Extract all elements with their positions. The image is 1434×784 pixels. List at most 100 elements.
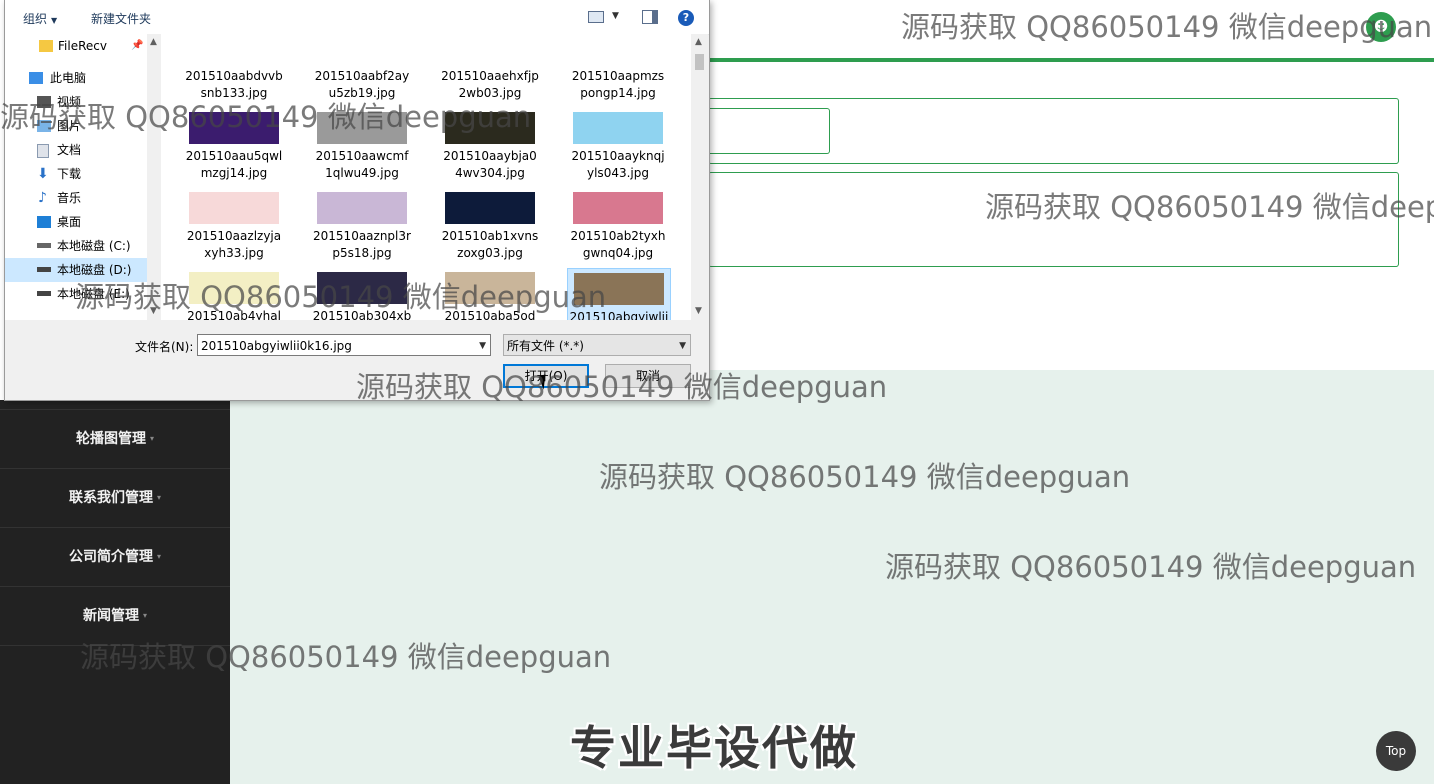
file-item[interactable]: 201510aabdvvb snb133.jpg [183,34,285,106]
nav-item-label: 下载 [57,167,82,181]
nav-item-drive-c[interactable]: 本地磁盘 (C:) [5,234,147,258]
file-thumbnail [573,112,663,144]
file-item[interactable]: 201510aabf2ay u5zb19.jpg [311,34,413,106]
back-to-top-button[interactable]: Top [1376,731,1416,771]
file-item[interactable]: 201510ab2tyxh gwnq04.jpg [567,188,669,266]
nav-item-filerecv[interactable]: FileRecv 📌 [5,34,147,58]
nav-item-downloads[interactable]: ⬇ 下载 [5,162,147,186]
cancel-button[interactable]: 取消 [605,364,691,388]
chevron-down-icon[interactable]: ▼ [479,335,486,357]
file-name: 201510aaehxfjp 2wb03.jpg [441,69,539,100]
sidebar-item-label: 新闻管理 [82,608,139,624]
help-icon[interactable]: ? [678,10,694,26]
file-item[interactable]: 201510abgyiwlii 0k16.jpg [567,268,671,320]
sidebar-item-news[interactable]: 新闻管理 ▾ [0,586,230,645]
filename-input[interactable]: 201510abgyiwlii0k16.jpg ▼ [197,334,491,356]
nav-item-videos[interactable]: 视频 [5,90,147,114]
nav-item-drive-e[interactable]: 本地磁盘 (E:) [5,282,147,306]
sidebar-divider [0,645,230,647]
scroll-up-icon[interactable]: ▲ [695,37,702,47]
nav-item-documents[interactable]: 文档 [5,138,147,162]
watermark-text: 源码获取 QQ86050149 微信deepguan [901,10,1433,44]
file-item[interactable]: 201510aau5qwl mzgj14.jpg [183,108,285,186]
file-scrollbar[interactable]: ▲ ▼ [691,34,708,320]
sidebar-item-contact[interactable]: 联系我们管理 ▾ [0,468,230,527]
sidebar-item-company[interactable]: 公司简介管理 ▾ [0,527,230,586]
filetype-select[interactable]: 所有文件 (*.*) ▼ [503,334,691,356]
file-name: 201510aba5od 01ys205.jpg [444,309,536,320]
view-mode-icon[interactable] [588,11,604,23]
file-item[interactable]: 201510ab4yhal phto46.jpg [183,268,285,320]
chevron-down-icon[interactable]: ▼ [612,11,619,21]
scroll-down-icon[interactable]: ▼ [695,306,702,316]
nav-item-music[interactable]: ♪ 音乐 [5,186,147,210]
computer-icon [29,72,43,84]
file-thumbnail [189,112,279,144]
pin-icon: 📌 [131,40,144,51]
organize-button[interactable]: 组织 ▼ [23,10,57,27]
file-name: 201510aaznpl3r p5s18.jpg [313,229,411,260]
user-avatar[interactable]: ☻ [1366,12,1396,42]
file-name: 201510aabdvvb snb133.jpg [185,69,283,100]
sidebar-item-carousel[interactable]: 轮播图管理 ▾ [0,409,230,468]
file-item[interactable]: 201510aba5od 01ys205.jpg [439,268,541,320]
file-item[interactable]: 201510aaehxfjp 2wb03.jpg [439,34,541,106]
file-item[interactable]: 201510aazlzyja xyh33.jpg [183,188,285,266]
filename-value: 201510abgyiwlii0k16.jpg [201,339,352,353]
folder-icon [39,40,53,52]
file-item[interactable]: 201510ab304xb umn157.jpg [311,268,413,320]
nav-item-label: 本地磁盘 (C:) [57,239,131,253]
file-item[interactable]: 201510aawcmf 1qlwu49.jpg [311,108,413,186]
sidebar-item-label: 联系我们管理 [68,490,153,506]
file-thumbnail [189,192,279,224]
nav-item-label: 文档 [57,143,82,157]
scrollbar-thumb[interactable] [695,54,704,70]
music-icon: ♪ [38,190,47,206]
nav-item-pictures[interactable]: 图片 [5,114,147,138]
header-accent-bar [706,58,1434,62]
file-name: 201510ab1xvns zoxg03.jpg [441,229,539,260]
file-item[interactable]: 201510aaznpl3r p5s18.jpg [311,188,413,266]
file-grid: 201510aabdvvb snb133.jpg 201510aabf2ay u5… [161,34,691,320]
video-icon [37,96,51,108]
scroll-up-icon[interactable]: ▲ [150,37,157,47]
chevron-down-icon[interactable]: ▼ [679,335,686,357]
file-thumbnail [317,272,407,304]
file-name: 201510aaybja0 4wv304.jpg [443,149,537,180]
scroll-down-icon[interactable]: ▼ [150,306,157,316]
admin-sidebar: 轮播图管理 ▾ 联系我们管理 ▾ 公司简介管理 ▾ 新闻管理 ▾ [0,400,230,784]
nav-item-drive-d[interactable]: 本地磁盘 (D:) [5,258,147,282]
file-thumbnail [445,272,535,304]
drive-icon [37,267,51,272]
preview-pane-icon[interactable] [642,10,658,24]
file-name: 201510aabf2ay u5zb19.jpg [314,69,410,100]
file-name: 201510abgyiwlii 0k16.jpg [569,310,669,320]
chevron-down-icon: ▼ [51,16,58,25]
file-name: 201510aapmzs pongp14.jpg [571,69,665,100]
user-icon: ☻ [1373,19,1389,35]
file-item[interactable]: 201510aapmzs pongp14.jpg [567,34,669,106]
file-item[interactable]: 201510aayknqj yls043.jpg [567,108,669,186]
new-folder-button[interactable]: 新建文件夹 [91,10,151,27]
drive-icon [37,243,51,248]
file-name: 201510ab2tyxh gwnq04.jpg [570,229,666,260]
text-input[interactable] [708,108,830,154]
caret-icon: ▾ [142,611,147,620]
nav-item-desktop[interactable]: 桌面 [5,210,147,234]
nav-item-label: 视频 [57,95,82,109]
file-thumbnail [574,273,664,305]
nav-item-label: 本地磁盘 (D:) [57,263,132,277]
file-name: 201510aawcmf 1qlwu49.jpg [315,149,409,180]
caret-icon: ▾ [149,434,154,443]
file-item[interactable]: 201510ab1xvns zoxg03.jpg [439,188,541,266]
nav-item-this-pc[interactable]: 此电脑 [5,66,147,90]
nav-item-label: 本地磁盘 (E:) [57,287,130,301]
file-name: 201510ab4yhal phto46.jpg [187,309,281,320]
nav-scrollbar[interactable]: ▲ ▼ [147,34,161,320]
file-thumbnail [445,192,535,224]
sidebar-item-label: 轮播图管理 [75,431,146,447]
filetype-value: 所有文件 (*.*) [507,339,584,353]
file-item[interactable]: 201510aaybja0 4wv304.jpg [439,108,541,186]
sidebar-item-label: 公司简介管理 [68,549,153,565]
file-name: 201510aau5qwl mzgj14.jpg [185,149,283,180]
